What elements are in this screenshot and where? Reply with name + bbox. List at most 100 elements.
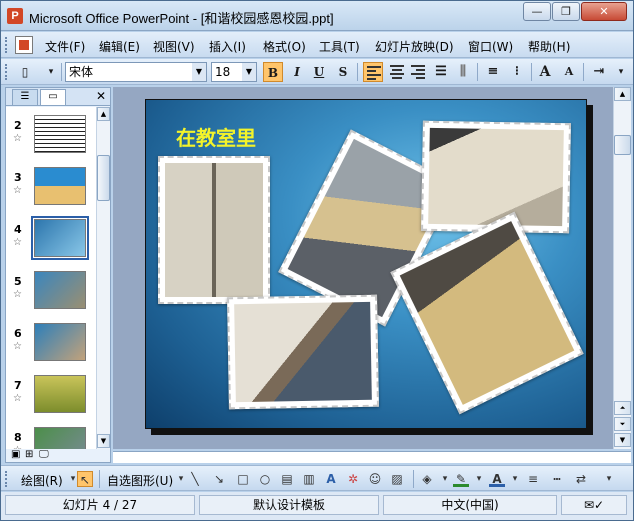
slide-thumbnail-6[interactable]: 6 ☆: [6, 319, 96, 367]
columns-icon[interactable]: ⫼: [453, 62, 473, 82]
line-icon[interactable]: ╲: [187, 471, 203, 487]
diagram-icon[interactable]: ✲: [345, 471, 361, 487]
align-center-icon[interactable]: [390, 65, 404, 79]
menu-window[interactable]: 窗口(W): [468, 38, 513, 55]
arrow-icon[interactable]: ↘: [211, 471, 227, 487]
scroll-up-icon[interactable]: ▲: [97, 107, 110, 121]
menu-help[interactable]: 帮助(H): [528, 38, 570, 55]
slide-thumbnail-8[interactable]: 8 ☆: [6, 423, 96, 449]
slide-thumbnail-7[interactable]: 7 ☆: [6, 371, 96, 419]
slide-thumbnail-2[interactable]: 2 ☆: [6, 111, 96, 159]
vertical-textbox-icon[interactable]: ▥: [301, 471, 317, 487]
font-size-select[interactable]: 18 ▼: [211, 62, 257, 82]
underline-button[interactable]: U: [309, 62, 329, 82]
line-color-icon[interactable]: ✎: [453, 471, 469, 487]
slide-thumbnail-4[interactable]: 4 ☆: [6, 215, 96, 263]
italic-button[interactable]: I: [287, 62, 307, 82]
select-pointer-icon[interactable]: ↖: [77, 471, 93, 487]
document-icon[interactable]: [15, 36, 33, 54]
fill-color-icon[interactable]: ◈: [419, 471, 435, 487]
slide-sorter-icon[interactable]: ⊞: [25, 449, 33, 460]
slideshow-icon[interactable]: 🖵: [39, 449, 49, 460]
normal-view-icon[interactable]: ▣: [11, 449, 20, 460]
close-button[interactable]: ✕: [581, 2, 627, 21]
spellcheck-icon[interactable]: ✉✓: [561, 495, 627, 515]
photo-desk-top[interactable]: [421, 120, 571, 234]
chevron-down-icon[interactable]: ▾: [507, 471, 523, 487]
dash-style-icon[interactable]: ┅: [549, 471, 565, 487]
photo-cabinet[interactable]: [158, 156, 270, 304]
chevron-down-icon[interactable]: ▾: [437, 471, 453, 487]
slide-preview: [34, 115, 86, 153]
next-slide-icon[interactable]: ⏷: [614, 417, 631, 431]
menu-format[interactable]: 格式(O): [263, 38, 306, 55]
scroll-up-icon[interactable]: ▲: [614, 87, 631, 101]
line-style-icon[interactable]: ≡: [525, 471, 541, 487]
menu-view[interactable]: 视图(V): [153, 38, 195, 55]
chevron-down-icon[interactable]: ▼: [242, 63, 256, 81]
slide-thumbnail-5[interactable]: 5 ☆: [6, 267, 96, 315]
numbering-icon[interactable]: ≡: [483, 62, 503, 82]
toolbar-options-icon[interactable]: ▾: [611, 62, 631, 82]
wordart-icon[interactable]: A: [323, 471, 339, 487]
chevron-down-icon[interactable]: ▾: [471, 471, 487, 487]
increase-font-button[interactable]: A: [535, 62, 555, 82]
oval-icon[interactable]: ○: [257, 471, 273, 487]
align-left-button[interactable]: [363, 62, 383, 82]
chevron-down-icon[interactable]: ▼: [192, 63, 206, 81]
thumbnail-scrollbar[interactable]: ▲ ▼: [96, 107, 110, 449]
grip-icon[interactable]: [5, 471, 8, 487]
slide-title[interactable]: 在教室里: [176, 122, 256, 151]
minimize-button[interactable]: —: [523, 2, 551, 21]
animation-star-icon: ☆: [13, 289, 22, 300]
restore-button[interactable]: ❐: [552, 2, 580, 21]
close-icon[interactable]: ✕: [96, 89, 106, 103]
arrow-style-icon[interactable]: ⇄: [573, 471, 589, 487]
slide-scrollbar[interactable]: ▲ ⏶ ⏷ ▼: [613, 87, 631, 449]
picture-icon[interactable]: ▨: [389, 471, 405, 487]
grip-icon[interactable]: [5, 37, 8, 53]
slide-preview: [31, 216, 89, 260]
rectangle-icon[interactable]: □: [235, 471, 251, 487]
bullets-icon[interactable]: ⁝: [507, 62, 527, 82]
scroll-thumb[interactable]: [97, 155, 110, 201]
new-doc-icon[interactable]: ▯: [15, 62, 35, 82]
photo-desk-edge[interactable]: [227, 294, 379, 410]
slide-preview: [34, 167, 86, 205]
scroll-thumb[interactable]: [614, 135, 631, 155]
autoshapes-button[interactable]: 自选图形(U): [107, 472, 173, 489]
font-color-icon[interactable]: A: [489, 471, 505, 487]
tab-outline[interactable]: ☰: [12, 89, 38, 105]
decrease-font-button[interactable]: A: [559, 62, 579, 82]
clipart-icon[interactable]: ☺: [367, 471, 383, 487]
slide-preview: [34, 271, 86, 309]
previous-slide-icon[interactable]: ⏶: [614, 401, 631, 415]
scroll-down-icon[interactable]: ▼: [97, 434, 110, 448]
indent-icon[interactable]: ⇥: [589, 62, 609, 82]
slides-panel: ☰ ▭ ✕ 2 ☆ 3 ☆ 4 ☆ 5 ☆ 6 ☆ 7 ☆ 8 ▲ ▼: [5, 87, 111, 463]
toolbar-options-icon[interactable]: ▾: [41, 62, 61, 82]
toolbar-options-icon[interactable]: ▾: [601, 471, 617, 487]
menu-insert[interactable]: 插入(I): [209, 38, 246, 55]
bold-button[interactable]: B: [263, 62, 283, 82]
tab-slides[interactable]: ▭: [40, 89, 66, 105]
animation-star-icon: ☆: [13, 237, 22, 248]
menu-tools[interactable]: 工具(T): [319, 38, 360, 55]
design-template[interactable]: 默认设计模板: [199, 495, 379, 515]
slide-thumbnail-3[interactable]: 3 ☆: [6, 163, 96, 211]
draw-menu-button[interactable]: 绘图(R): [21, 472, 63, 489]
align-right-icon[interactable]: [411, 65, 425, 79]
scroll-down-icon[interactable]: ▼: [614, 433, 631, 447]
shadow-button[interactable]: S: [333, 62, 353, 82]
language-indicator: 中文(中国): [383, 495, 557, 515]
grip-icon[interactable]: [5, 64, 8, 80]
font-name-select[interactable]: 宋体 ▼: [65, 62, 207, 82]
distribute-icon[interactable]: ☰: [431, 62, 451, 82]
animation-star-icon: ☆: [13, 393, 22, 404]
slide-canvas[interactable]: 在教室里: [145, 99, 587, 429]
menu-file[interactable]: 文件(F): [45, 38, 85, 55]
notes-pane[interactable]: [113, 451, 631, 463]
menu-edit[interactable]: 编辑(E): [99, 38, 140, 55]
menu-slideshow[interactable]: 幻灯片放映(D): [375, 38, 454, 55]
textbox-icon[interactable]: ▤: [279, 471, 295, 487]
